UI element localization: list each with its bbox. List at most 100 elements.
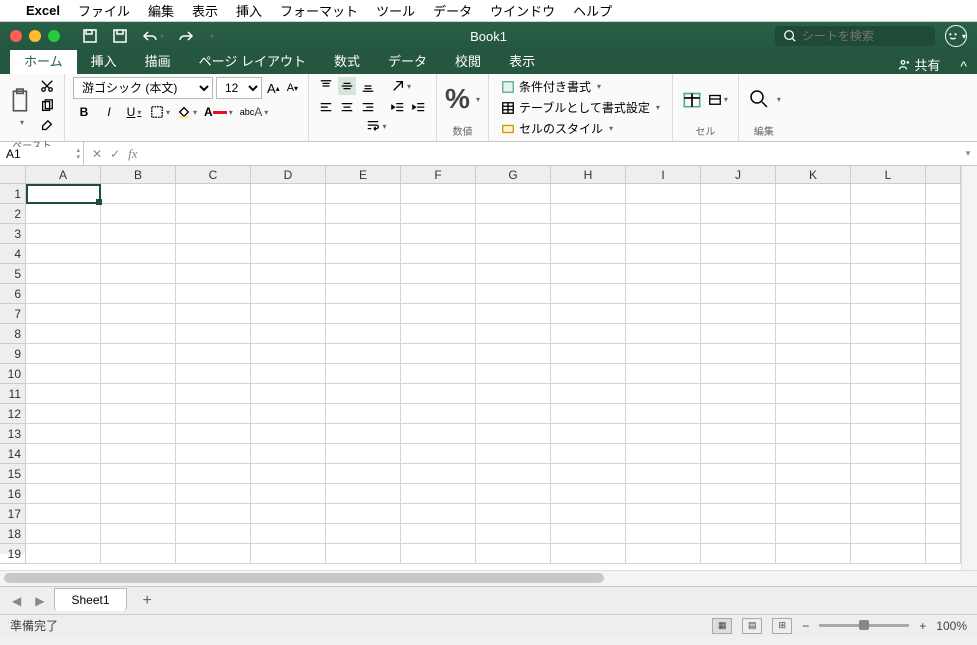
cell[interactable] <box>701 324 776 344</box>
cell[interactable] <box>176 404 251 424</box>
cell[interactable] <box>701 184 776 204</box>
cell[interactable] <box>851 424 926 444</box>
cell[interactable] <box>476 244 551 264</box>
cell[interactable] <box>401 404 476 424</box>
cell[interactable] <box>701 424 776 444</box>
cell[interactable] <box>251 404 326 424</box>
name-box[interactable]: ▴▾ <box>0 142 84 165</box>
tab-view[interactable]: 表示 <box>495 47 549 74</box>
row-header[interactable]: 3 <box>0 224 26 244</box>
cell[interactable] <box>326 544 401 564</box>
horizontal-scroll-thumb[interactable] <box>4 573 604 583</box>
qat-customize-icon[interactable]: ▾ <box>208 30 216 43</box>
cut-icon[interactable] <box>38 77 56 95</box>
cell[interactable] <box>776 204 851 224</box>
cell[interactable] <box>401 484 476 504</box>
align-right-icon[interactable] <box>359 99 377 117</box>
column-header[interactable]: G <box>476 166 551 184</box>
cell[interactable] <box>251 464 326 484</box>
cell[interactable] <box>776 524 851 544</box>
cell[interactable] <box>851 324 926 344</box>
cell[interactable] <box>626 444 701 464</box>
cell[interactable] <box>26 284 101 304</box>
decrease-indent-icon[interactable] <box>389 99 407 117</box>
column-header[interactable]: H <box>551 166 626 184</box>
tab-data[interactable]: データ <box>374 47 441 74</box>
cell[interactable] <box>26 384 101 404</box>
cell[interactable] <box>551 204 626 224</box>
cell[interactable] <box>926 224 961 244</box>
cell[interactable] <box>326 524 401 544</box>
row-header[interactable]: 14 <box>0 444 26 464</box>
cell[interactable] <box>476 184 551 204</box>
cell[interactable] <box>701 344 776 364</box>
cell[interactable] <box>101 284 176 304</box>
cell[interactable] <box>701 364 776 384</box>
menu-tools[interactable]: ツール <box>376 1 415 20</box>
cell[interactable] <box>851 484 926 504</box>
cell[interactable] <box>776 464 851 484</box>
cell[interactable] <box>26 364 101 384</box>
fill-color-icon[interactable]: ▾ <box>175 103 199 121</box>
cell[interactable] <box>326 424 401 444</box>
cell[interactable] <box>101 224 176 244</box>
menu-help[interactable]: ヘルプ <box>573 1 612 20</box>
increase-indent-icon[interactable] <box>410 99 428 117</box>
cell[interactable] <box>176 524 251 544</box>
cell[interactable] <box>101 184 176 204</box>
cell[interactable] <box>551 224 626 244</box>
cell[interactable] <box>926 444 961 464</box>
menu-insert[interactable]: 挿入 <box>236 1 262 20</box>
cell[interactable] <box>776 324 851 344</box>
cell[interactable] <box>851 284 926 304</box>
cell[interactable] <box>101 364 176 384</box>
cell[interactable] <box>701 524 776 544</box>
column-header[interactable]: C <box>176 166 251 184</box>
cell[interactable] <box>101 244 176 264</box>
vertical-scrollbar[interactable] <box>961 166 977 570</box>
name-box-input[interactable] <box>0 147 62 161</box>
conditional-formatting-button[interactable]: 条件付き書式▾ <box>497 77 664 96</box>
cell[interactable] <box>251 364 326 384</box>
row-header[interactable]: 10 <box>0 364 26 384</box>
cell[interactable] <box>551 504 626 524</box>
column-headers[interactable]: ABCDEFGHIJKL <box>26 166 961 184</box>
cell[interactable] <box>326 264 401 284</box>
cell[interactable] <box>251 284 326 304</box>
cell[interactable] <box>26 184 101 204</box>
cell[interactable] <box>551 484 626 504</box>
cell[interactable] <box>551 304 626 324</box>
column-header[interactable]: I <box>626 166 701 184</box>
row-header[interactable]: 18 <box>0 524 26 544</box>
cell[interactable] <box>701 404 776 424</box>
cell[interactable] <box>26 524 101 544</box>
cell[interactable] <box>326 444 401 464</box>
menu-view[interactable]: 表示 <box>192 1 218 20</box>
cell[interactable] <box>926 344 961 364</box>
cell[interactable] <box>326 184 401 204</box>
minimize-window-icon[interactable] <box>29 30 41 42</box>
cancel-formula-icon[interactable]: ✕ <box>92 147 102 161</box>
sheet-search[interactable] <box>775 26 935 46</box>
cell[interactable] <box>626 524 701 544</box>
menu-format[interactable]: フォーマット <box>280 1 358 20</box>
cell[interactable] <box>176 204 251 224</box>
cell[interactable] <box>176 504 251 524</box>
cell[interactable] <box>176 264 251 284</box>
font-color-icon[interactable]: A▾ <box>202 103 235 121</box>
cell[interactable] <box>776 504 851 524</box>
cell[interactable] <box>326 284 401 304</box>
cell[interactable] <box>551 344 626 364</box>
cell[interactable] <box>101 464 176 484</box>
cell[interactable] <box>626 204 701 224</box>
column-header[interactable]: E <box>326 166 401 184</box>
cell[interactable] <box>26 344 101 364</box>
italic-button[interactable]: I <box>98 103 120 121</box>
cell[interactable] <box>701 484 776 504</box>
cell[interactable] <box>251 304 326 324</box>
row-header[interactable]: 7 <box>0 304 26 324</box>
cell[interactable] <box>626 284 701 304</box>
cell[interactable] <box>401 544 476 564</box>
cell[interactable] <box>851 464 926 484</box>
cell[interactable] <box>626 484 701 504</box>
